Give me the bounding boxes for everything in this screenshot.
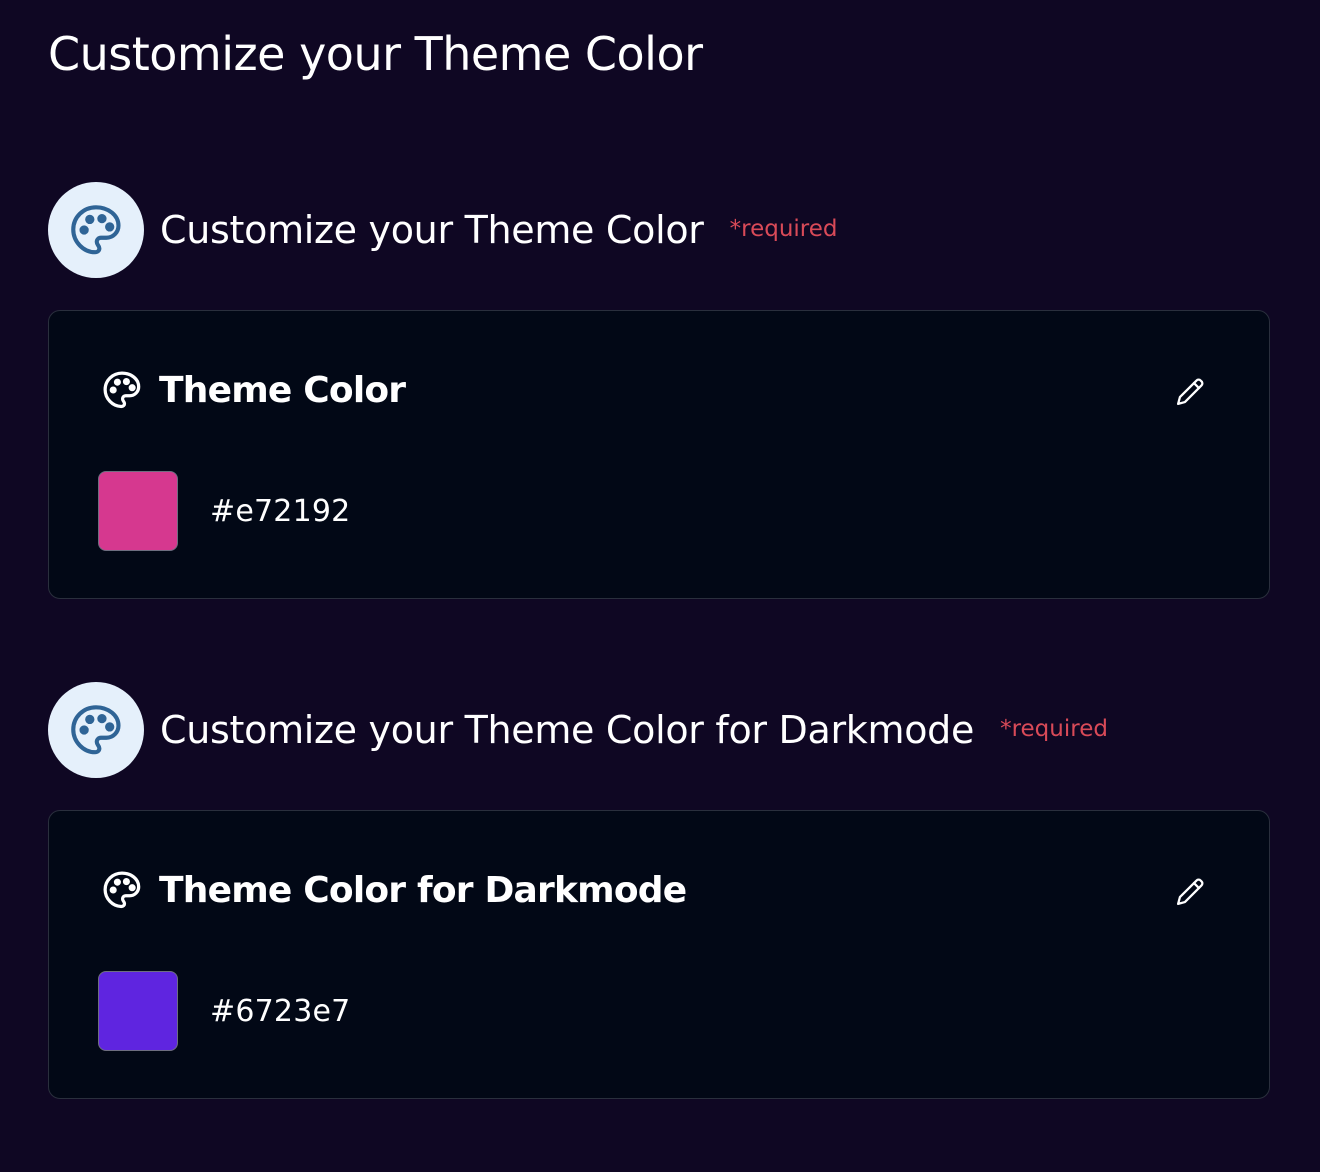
- palette-icon: [99, 367, 145, 413]
- card-header: Theme Color: [99, 365, 406, 415]
- edit-darkmode-color-button[interactable]: [1171, 873, 1209, 911]
- section-title: Customize your Theme Color for Darkmode: [160, 708, 975, 752]
- section-header: Customize your Theme Color *required: [48, 182, 1272, 278]
- color-value-row: #e72192: [98, 471, 350, 551]
- hex-value: #6723e7: [210, 993, 351, 1029]
- palette-icon: [99, 867, 145, 913]
- color-swatch[interactable]: [98, 471, 178, 551]
- color-swatch[interactable]: [98, 971, 178, 1051]
- theme-color-section: Customize your Theme Color *required The…: [48, 182, 1272, 599]
- palette-icon: [48, 182, 144, 278]
- theme-color-card: Theme Color #e72192: [48, 310, 1270, 599]
- page-title: Customize your Theme Color: [48, 27, 703, 81]
- darkmode-color-card: Theme Color for Darkmode #6723e7: [48, 810, 1270, 1099]
- card-title: Theme Color: [159, 369, 406, 411]
- card-title: Theme Color for Darkmode: [159, 869, 687, 911]
- required-label: *required: [729, 216, 838, 242]
- edit-theme-color-button[interactable]: [1171, 373, 1209, 411]
- section-title: Customize your Theme Color: [160, 208, 704, 252]
- pencil-icon: [1176, 878, 1204, 906]
- card-header: Theme Color for Darkmode: [99, 865, 687, 915]
- required-label: *required: [1000, 716, 1108, 742]
- hex-value: #e72192: [210, 493, 351, 529]
- palette-icon: [48, 682, 144, 778]
- section-header: Customize your Theme Color for Darkmode …: [48, 682, 1272, 778]
- pencil-icon: [1176, 378, 1204, 406]
- darkmode-color-section: Customize your Theme Color for Darkmode …: [48, 682, 1272, 1099]
- color-value-row: #6723e7: [98, 971, 350, 1051]
